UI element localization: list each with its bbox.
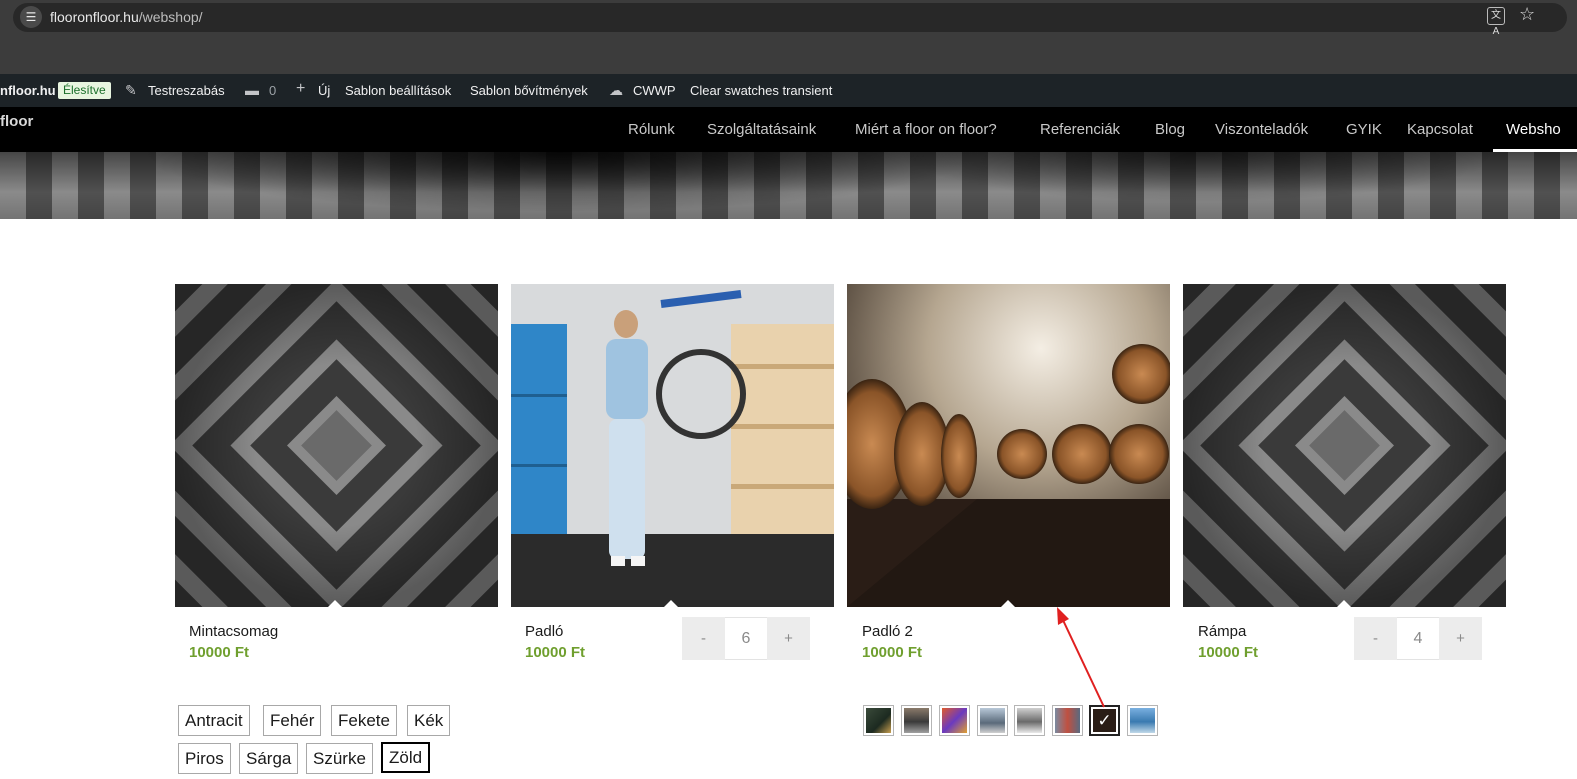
product-name[interactable]: Mintacsomag (189, 623, 278, 640)
customize-link[interactable]: Testreszabás (148, 83, 225, 98)
comments-count[interactable]: 0 (269, 83, 276, 98)
swatch-sarga[interactable]: Sárga (239, 743, 299, 774)
checkmark-icon: ✓ (1097, 711, 1112, 730)
product-price: 10000 Ft (525, 644, 586, 661)
image-swatch[interactable] (977, 705, 1008, 736)
quantity-input[interactable]: 4 (1397, 617, 1439, 660)
swatch-feher[interactable]: Fehér (263, 705, 322, 736)
product-name[interactable]: Padló 2 (862, 623, 913, 640)
translate-icon[interactable]: 文A (1487, 7, 1505, 37)
ramp-tile-image (1183, 284, 1506, 607)
swatch-piros[interactable]: Piros (178, 743, 231, 774)
quantity-stepper: - 4 + (1354, 617, 1482, 660)
plus-icon: + (296, 80, 306, 97)
image-swatch[interactable] (1014, 705, 1045, 736)
quantity-stepper: - 6 + (682, 617, 810, 660)
image-swatch-selected[interactable]: ✓ (1089, 705, 1120, 736)
admin-site-link[interactable]: nfloor.hu (0, 83, 56, 98)
cwwp-link[interactable]: CWWP (633, 83, 676, 98)
card-notch (1337, 600, 1351, 607)
image-swatch[interactable] (939, 705, 970, 736)
quantity-minus-button[interactable]: - (1354, 617, 1397, 660)
status-badge: Élesítve (58, 82, 111, 99)
product-image-mintacsomag[interactable] (175, 284, 498, 607)
nav-item-blog[interactable]: Blog (1155, 121, 1185, 138)
product-image-padlo[interactable] (511, 284, 834, 607)
product-price: 10000 Ft (862, 644, 923, 661)
swatch-antracit[interactable]: Antracit (178, 705, 250, 736)
swatch-fekete[interactable]: Fekete (331, 705, 397, 736)
product-image-rampa[interactable] (1183, 284, 1506, 607)
browser-toolbar: ☰ flooronfloor.hu/webshop/ 文A ☆ (0, 0, 1577, 74)
image-swatch[interactable] (1052, 705, 1083, 736)
card-notch (328, 600, 342, 607)
brush-icon: ✎ (125, 82, 137, 98)
product-name[interactable]: Rámpa (1198, 623, 1246, 640)
theme-extensions-link[interactable]: Sablon bővítmények (470, 83, 588, 98)
image-swatch[interactable] (901, 705, 932, 736)
quantity-plus-button[interactable]: + (1439, 617, 1482, 660)
product-image-padlo-2[interactable] (847, 284, 1170, 607)
swatch-zold[interactable]: Zöld (381, 742, 431, 773)
garage-photo (511, 284, 834, 607)
tune-icon[interactable]: ☰ (20, 6, 42, 28)
clear-swatches-link[interactable]: Clear swatches transient (690, 83, 832, 98)
nav-item-viszonteladok[interactable]: Viszonteladók (1215, 121, 1308, 138)
card-notch (664, 600, 678, 607)
hero-overlay (0, 152, 1577, 219)
product-name[interactable]: Padló (525, 623, 563, 640)
site-logo[interactable]: floor (0, 113, 33, 130)
comment-icon[interactable]: ▬ (245, 82, 259, 98)
swatch-kek[interactable]: Kék (407, 705, 451, 736)
url-text[interactable]: flooronfloor.hu/webshop/ (50, 9, 203, 25)
star-icon[interactable]: ☆ (1519, 4, 1535, 25)
nav-item-referenciak[interactable]: Referenciák (1040, 121, 1120, 138)
address-bar[interactable] (13, 3, 1567, 32)
site-header: floor Rólunk Szolgáltatásaink Miért a fl… (0, 107, 1577, 152)
image-swatch[interactable] (863, 705, 894, 736)
product-price: 10000 Ft (189, 644, 250, 661)
nav-item-kapcsolat[interactable]: Kapcsolat (1407, 121, 1473, 138)
nav-item-webshop[interactable]: Websho (1506, 121, 1561, 138)
wine-cellar-photo (847, 284, 1170, 607)
wp-admin-bar: nfloor.hu Élesítve ✎ Testreszabás ▬ 0 + … (0, 74, 1577, 107)
url-path: /webshop/ (138, 9, 203, 25)
image-swatch[interactable] (1127, 705, 1158, 736)
nav-item-rolunk[interactable]: Rólunk (628, 121, 675, 138)
cloud-icon: ☁ (609, 82, 623, 98)
nav-item-szolgaltatasaink[interactable]: Szolgáltatásaink (707, 121, 816, 138)
url-domain: flooronfloor.hu (50, 9, 139, 25)
nav-item-miert[interactable]: Miért a floor on floor? (855, 121, 997, 138)
card-notch (1001, 600, 1015, 607)
quantity-minus-button[interactable]: - (682, 617, 725, 660)
nav-item-gyik[interactable]: GYIK (1346, 121, 1382, 138)
theme-settings-link[interactable]: Sablon beállítások (345, 83, 451, 98)
new-link[interactable]: Új (318, 83, 330, 98)
quantity-input[interactable]: 6 (725, 617, 767, 660)
swatch-szurke[interactable]: Szürke (306, 743, 373, 774)
product-price: 10000 Ft (1198, 644, 1259, 661)
floor-tile-image (175, 284, 498, 607)
quantity-plus-button[interactable]: + (767, 617, 810, 660)
